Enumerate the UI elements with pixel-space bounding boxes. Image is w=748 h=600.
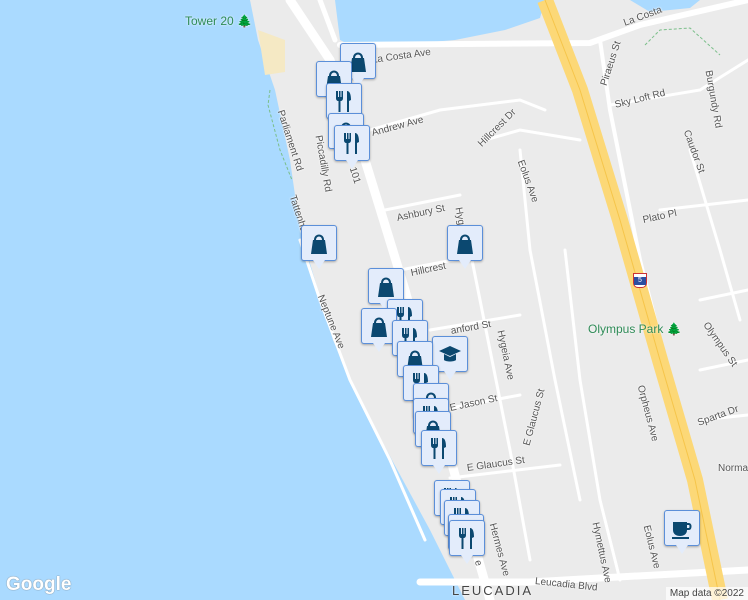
map-marker-restaurant[interactable] [449, 520, 485, 564]
shopping-icon [311, 234, 327, 254]
poi-olympus-park[interactable]: Olympus Park 🌲 [588, 322, 682, 336]
map-marker-shopping[interactable] [301, 225, 337, 269]
city-label-leucadia: LEUCADIA [452, 583, 534, 598]
school-icon [439, 346, 461, 362]
poi-tower-20[interactable]: Tower 20 🌲 [185, 14, 252, 28]
google-logo: Google [6, 574, 72, 595]
restaurant-icon [336, 91, 351, 112]
shopping-icon [371, 317, 387, 337]
map-attribution[interactable]: Map data ©2022 [665, 587, 748, 600]
restaurant-icon [431, 438, 446, 459]
shopping-icon [457, 234, 473, 254]
map-marker-shopping[interactable] [447, 225, 483, 269]
street-label-normand: Normand [718, 463, 748, 474]
map-marker-restaurant[interactable] [421, 430, 457, 474]
restaurant-icon [344, 133, 359, 154]
shopping-icon [378, 277, 394, 297]
map-marker-cafe[interactable] [664, 510, 700, 554]
map-marker-restaurant[interactable] [334, 125, 370, 169]
poi-label: Olympus Park [588, 322, 664, 336]
map-canvas[interactable]: Tower 20 🌲 Olympus Park 🌲 5 101 La Costa… [0, 0, 748, 600]
interstate-5-shield: 5 [633, 273, 647, 288]
lagoon-east [630, 0, 700, 12]
restaurant-icon [459, 528, 474, 549]
park-tree-icon: 🌲 [666, 322, 682, 336]
cafe-icon [672, 522, 692, 539]
park-tree-icon: 🌲 [237, 14, 252, 28]
poi-label: Tower 20 [185, 14, 234, 28]
